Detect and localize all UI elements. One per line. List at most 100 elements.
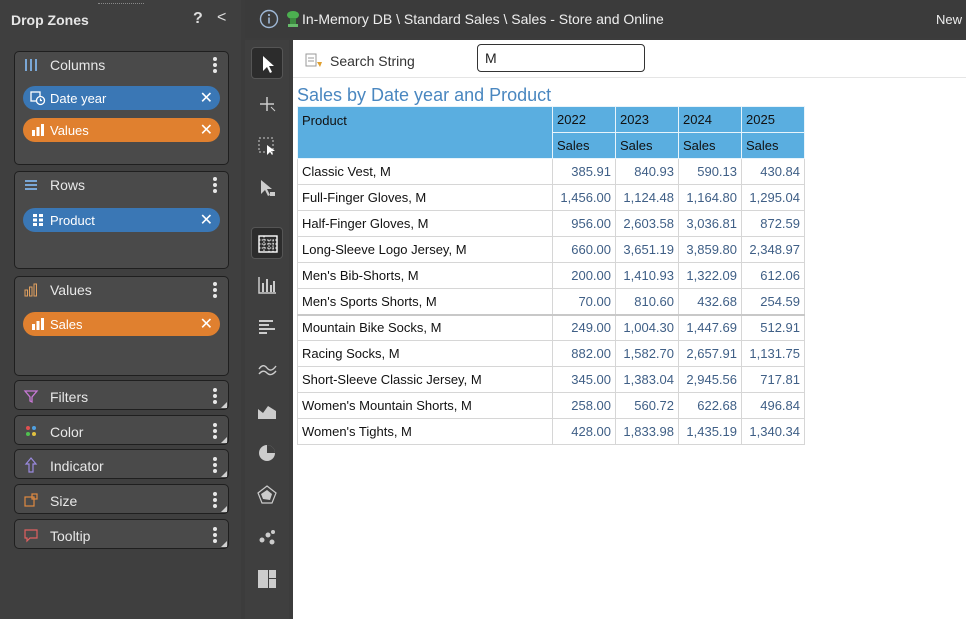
remove-icon[interactable]: ✕ <box>200 314 213 334</box>
sales-value-cell[interactable]: 430.84 <box>741 158 805 185</box>
resize-handle[interactable] <box>221 506 227 512</box>
row-header-product[interactable]: Product <box>297 106 553 159</box>
column-header-year[interactable]: 2025 <box>741 106 805 133</box>
row-label-product[interactable]: Short-Sleeve Classic Jersey, M <box>297 366 553 393</box>
filters-zone[interactable]: Filters <box>14 380 229 410</box>
collapse-icon[interactable]: < <box>217 9 226 27</box>
crosshair-icon[interactable] <box>251 88 283 120</box>
sales-value-cell[interactable]: 3,651.19 <box>615 236 679 263</box>
pill-date-year[interactable]: Date year ✕ <box>23 86 220 110</box>
resize-handle[interactable] <box>221 471 227 477</box>
row-label-product[interactable]: Classic Vest, M <box>297 158 553 185</box>
table-row[interactable]: Classic Vest, M 385.91 840.93 590.13 430.84 <box>297 158 805 185</box>
sales-value-cell[interactable]: 1,383.04 <box>615 366 679 393</box>
size-zone[interactable]: Size <box>14 484 229 514</box>
line-chart-icon[interactable] <box>251 353 283 385</box>
sales-value-cell[interactable]: 1,124.48 <box>615 184 679 211</box>
sales-value-cell[interactable]: 2,603.58 <box>615 210 679 237</box>
pill-sales[interactable]: Sales ✕ <box>23 312 220 336</box>
sales-value-cell[interactable]: 70.00 <box>552 288 616 316</box>
columns-zone[interactable]: Columns Date year ✕ Values ✕ <box>14 51 229 165</box>
sales-value-cell[interactable]: 254.59 <box>741 288 805 316</box>
column-header-year[interactable]: 2022 <box>552 106 616 133</box>
sales-value-cell[interactable]: 2,945.56 <box>678 366 742 393</box>
sales-value-cell[interactable]: 345.00 <box>552 366 616 393</box>
sales-value-cell[interactable]: 1,131.75 <box>741 340 805 367</box>
sales-value-cell[interactable]: 2,657.91 <box>678 340 742 367</box>
sales-value-cell[interactable]: 1,447.69 <box>678 314 742 341</box>
new-button[interactable]: New <box>936 12 962 27</box>
sales-value-cell[interactable]: 3,036.81 <box>678 210 742 237</box>
pill-values[interactable]: Values ✕ <box>23 118 220 142</box>
sales-value-cell[interactable]: 428.00 <box>552 418 616 445</box>
sales-value-cell[interactable]: 3,859.80 <box>678 236 742 263</box>
sales-value-cell[interactable]: 622.68 <box>678 392 742 419</box>
sales-value-cell[interactable]: 249.00 <box>552 314 616 341</box>
sales-value-cell[interactable]: 882.00 <box>552 340 616 367</box>
area-chart-icon[interactable] <box>251 395 283 427</box>
column-header-year[interactable]: 2024 <box>678 106 742 133</box>
table-row[interactable]: Women's Mountain Shorts, M 258.00 560.72 62… <box>297 392 805 419</box>
row-label-product[interactable]: Men's Sports Shorts, M <box>297 288 553 316</box>
sales-value-cell[interactable]: 1,340.34 <box>741 418 805 445</box>
pivot-table-icon[interactable] <box>251 227 283 259</box>
bar-chart-icon[interactable] <box>251 269 283 301</box>
row-label-product[interactable]: Women's Tights, M <box>297 418 553 445</box>
rows-menu-icon[interactable] <box>210 175 220 195</box>
row-label-product[interactable]: Half-Finger Gloves, M <box>297 210 553 237</box>
sales-value-cell[interactable]: 258.00 <box>552 392 616 419</box>
remove-icon[interactable]: ✕ <box>200 88 213 108</box>
sales-value-cell[interactable]: 200.00 <box>552 262 616 289</box>
table-row[interactable]: Short-Sleeve Classic Jersey, M 345.00 1,38… <box>297 366 805 393</box>
column-header-year[interactable]: 2023 <box>615 106 679 133</box>
sales-value-cell[interactable]: 590.13 <box>678 158 742 185</box>
pill-product[interactable]: Product ✕ <box>23 208 220 232</box>
radar-chart-icon[interactable] <box>251 479 283 511</box>
resize-handle[interactable] <box>221 402 227 408</box>
resize-handle[interactable] <box>221 541 227 547</box>
sales-value-cell[interactable]: 1,435.19 <box>678 418 742 445</box>
indicator-menu-icon[interactable] <box>210 455 220 475</box>
remove-icon[interactable]: ✕ <box>200 120 213 140</box>
values-zone[interactable]: Values Sales ✕ <box>14 276 229 376</box>
table-row[interactable]: Mountain Bike Socks, M 249.00 1,004.30 1,44… <box>297 314 805 341</box>
sales-value-cell[interactable]: 1,164.80 <box>678 184 742 211</box>
help-icon[interactable]: ? <box>193 10 203 28</box>
tooltip-menu-icon[interactable] <box>210 525 220 545</box>
row-label-product[interactable]: Men's Bib-Shorts, M <box>297 262 553 289</box>
pie-chart-icon[interactable] <box>251 437 283 469</box>
columns-menu-icon[interactable] <box>210 55 220 75</box>
sales-value-cell[interactable]: 1,833.98 <box>615 418 679 445</box>
table-row[interactable]: Full-Finger Gloves, M 1,456.00 1,124.48 1,1… <box>297 184 805 211</box>
select-pointer-icon[interactable] <box>251 47 283 79</box>
sales-value-cell[interactable]: 385.91 <box>552 158 616 185</box>
sales-value-cell[interactable]: 432.68 <box>678 288 742 316</box>
info-icon[interactable] <box>259 9 279 29</box>
sales-value-cell[interactable]: 2,348.97 <box>741 236 805 263</box>
sales-value-cell[interactable]: 612.06 <box>741 262 805 289</box>
color-zone[interactable]: Color <box>14 415 229 445</box>
sales-value-cell[interactable]: 660.00 <box>552 236 616 263</box>
column-header-measure[interactable]: Sales <box>615 132 679 159</box>
scatter-chart-icon[interactable] <box>251 521 283 553</box>
sales-value-cell[interactable]: 512.91 <box>741 314 805 341</box>
sales-value-cell[interactable]: 1,456.00 <box>552 184 616 211</box>
row-label-product[interactable]: Long-Sleeve Logo Jersey, M <box>297 236 553 263</box>
horizontal-bar-icon[interactable] <box>251 311 283 343</box>
table-row[interactable]: Men's Sports Shorts, M 70.00 810.60 432.68 2… <box>297 288 805 316</box>
drag-handle[interactable] <box>98 3 144 5</box>
sales-value-cell[interactable]: 1,322.09 <box>678 262 742 289</box>
sales-value-cell[interactable]: 1,410.93 <box>615 262 679 289</box>
row-label-product[interactable]: Full-Finger Gloves, M <box>297 184 553 211</box>
column-header-measure[interactable]: Sales <box>678 132 742 159</box>
sales-value-cell[interactable]: 560.72 <box>615 392 679 419</box>
row-label-product[interactable]: Mountain Bike Socks, M <box>297 314 553 341</box>
sales-value-cell[interactable]: 956.00 <box>552 210 616 237</box>
sales-value-cell[interactable]: 810.60 <box>615 288 679 316</box>
table-row[interactable]: Men's Bib-Shorts, M 200.00 1,410.93 1,322.0… <box>297 262 805 289</box>
row-label-product[interactable]: Racing Socks, M <box>297 340 553 367</box>
sales-value-cell[interactable]: 840.93 <box>615 158 679 185</box>
sales-value-cell[interactable]: 717.81 <box>741 366 805 393</box>
sales-value-cell[interactable]: 1,295.04 <box>741 184 805 211</box>
rows-zone[interactable]: Rows Product ✕ <box>14 171 229 269</box>
